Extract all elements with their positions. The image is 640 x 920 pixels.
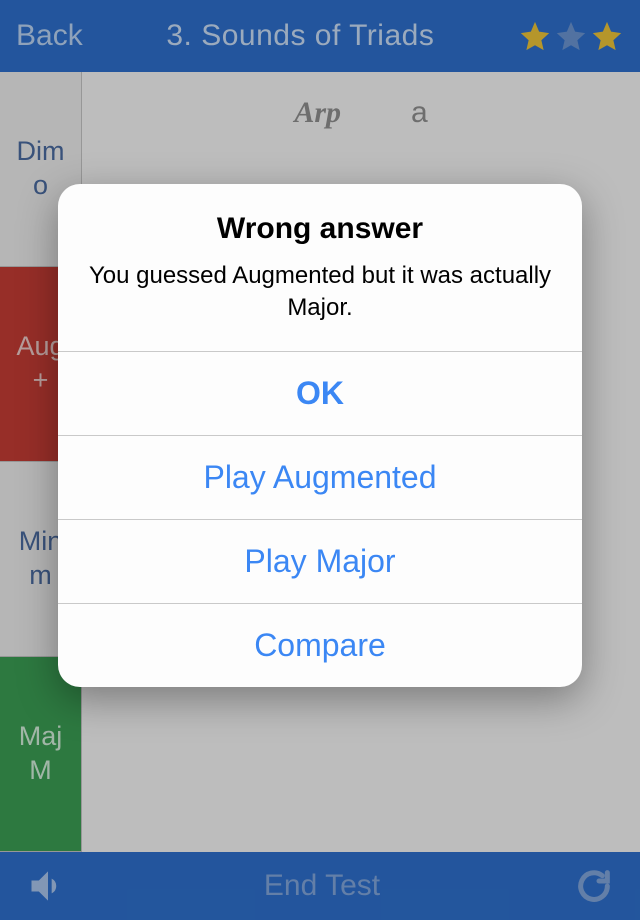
ok-button[interactable]: OK	[58, 351, 582, 435]
modal-message: You guessed Augmented but it was actuall…	[88, 260, 552, 325]
modal-title: Wrong answer	[88, 212, 552, 246]
compare-button[interactable]: Compare	[58, 603, 582, 687]
modal-header: Wrong answer You guessed Augmented but i…	[58, 184, 582, 351]
wrong-answer-modal: Wrong answer You guessed Augmented but i…	[58, 184, 582, 687]
play-actual-button[interactable]: Play Major	[58, 519, 582, 603]
play-guess-button[interactable]: Play Augmented	[58, 435, 582, 519]
